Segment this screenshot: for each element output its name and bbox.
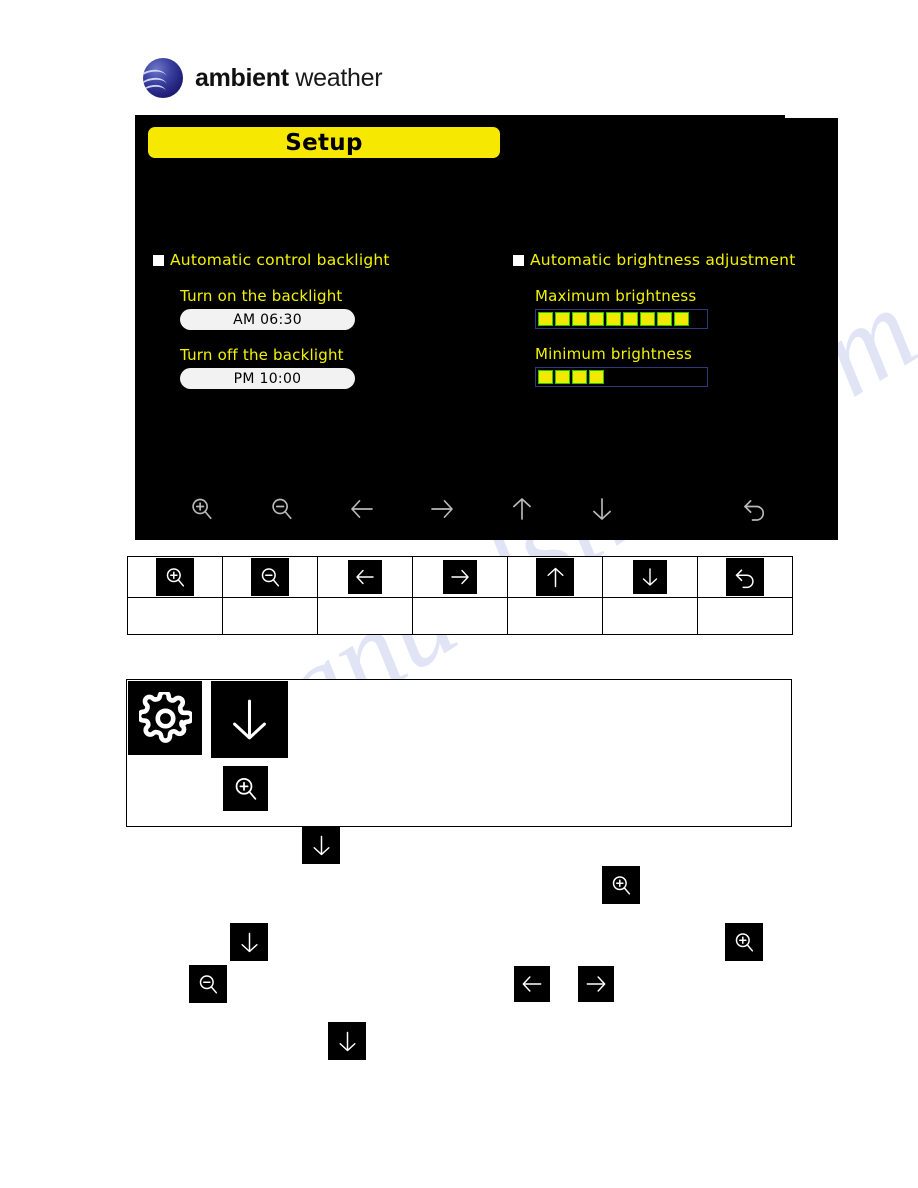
brightness-segment-empty[interactable] [640,370,655,384]
table-row [127,597,793,635]
arrow-down-icon[interactable] [230,923,268,961]
turn-on-backlight-time-value: AM 06:30 [233,311,302,328]
brightness-segment-filled[interactable] [606,312,621,326]
brightness-segment-filled[interactable] [589,312,604,326]
table-cell-icon [507,556,603,598]
brightness-segment-filled[interactable] [572,370,587,384]
minimum-brightness-label: Minimum brightness [535,345,693,363]
arrow-up-icon[interactable] [507,494,537,524]
brightness-segment-empty[interactable] [691,312,706,326]
brightness-segment-empty[interactable] [657,370,672,384]
page-title: Setup [148,127,500,158]
arrow-right-icon[interactable] [427,494,457,524]
button-reference-table [127,556,793,635]
maximum-brightness-group: Maximum brightness [535,287,833,329]
brightness-settings-column: Automatic brightness adjustment Maximum … [513,251,833,387]
arrow-right-icon[interactable] [578,966,614,1002]
zoom-in-icon[interactable] [156,558,194,596]
table-cell-icon [317,556,413,598]
arrow-down-icon[interactable] [211,681,288,758]
globe-icon [143,58,183,98]
undo-icon[interactable] [726,558,764,596]
backlight-settings-column: Automatic control backlight Turn on the … [153,251,483,389]
brand-name: ambient weather [195,63,383,92]
brightness-segment-filled[interactable] [657,312,672,326]
minimum-brightness-slider[interactable] [535,367,708,387]
turn-off-backlight-label: Turn off the backlight [180,346,344,364]
table-cell-icon [412,556,508,598]
brightness-segment-empty[interactable] [691,370,706,384]
table-cell-empty [507,597,603,635]
automatic-control-backlight-label: Automatic control backlight [170,251,390,269]
zoom-out-icon[interactable] [267,494,297,524]
arrow-down-icon[interactable] [302,826,340,864]
brightness-segment-filled[interactable] [572,312,587,326]
table-cell-empty [127,597,223,635]
zoom-in-icon[interactable] [602,866,640,904]
zoom-out-icon[interactable] [189,965,227,1003]
device-screen: Setup Automatic control backlight Turn o… [135,118,838,540]
brightness-segment-filled[interactable] [674,312,689,326]
checkbox-icon[interactable] [153,254,164,266]
turn-on-backlight-time-field[interactable]: AM 06:30 [180,309,355,330]
brightness-segment-filled[interactable] [640,312,655,326]
brand-logo: ambient weather [143,58,383,98]
table-cell-empty [412,597,508,635]
arrow-down-icon[interactable] [587,494,617,524]
automatic-brightness-adjustment-label: Automatic brightness adjustment [530,251,796,269]
brand-name-light: weather [295,63,383,92]
brightness-segment-filled[interactable] [623,312,638,326]
table-cell-icon [127,556,223,598]
table-cell-empty [222,597,318,635]
zoom-out-icon[interactable] [251,558,289,596]
brightness-segment-empty[interactable] [623,370,638,384]
automatic-control-backlight-checkbox-row[interactable]: Automatic control backlight [153,251,483,269]
icon-reference-box [126,679,792,827]
brightness-segment-empty[interactable] [606,370,621,384]
page-title-label: Setup [285,129,363,156]
arrow-left-icon[interactable] [347,494,377,524]
automatic-brightness-adjustment-checkbox-row[interactable]: Automatic brightness adjustment [513,251,833,269]
turn-off-backlight-time-value: PM 10:00 [233,370,302,387]
turn-on-backlight-group: Turn on the backlight AM 06:30 [180,287,483,330]
arrow-down-icon[interactable] [633,560,667,594]
turn-off-backlight-group: Turn off the backlight PM 10:00 [180,346,483,389]
brightness-segment-filled[interactable] [538,312,553,326]
table-cell-empty [697,597,793,635]
table-cell-empty [317,597,413,635]
gear-icon[interactable] [128,681,202,755]
turn-on-backlight-label: Turn on the backlight [180,287,343,305]
minimum-brightness-group: Minimum brightness [535,345,833,387]
brand-name-bold: ambient [195,63,289,92]
arrow-right-icon[interactable] [443,560,477,594]
arrow-down-icon[interactable] [328,1022,366,1060]
zoom-in-icon[interactable] [223,766,268,811]
device-toolbar [135,494,838,534]
maximum-brightness-label: Maximum brightness [535,287,697,305]
zoom-in-icon[interactable] [187,494,217,524]
undo-icon[interactable] [740,494,770,524]
table-cell-icon [222,556,318,598]
brightness-segment-filled[interactable] [538,370,553,384]
brightness-segment-filled[interactable] [589,370,604,384]
table-cell-icon [697,556,793,598]
checkbox-icon[interactable] [513,254,524,266]
arrow-left-icon[interactable] [348,560,382,594]
brightness-segment-filled[interactable] [555,370,570,384]
arrow-left-icon[interactable] [514,966,550,1002]
table-row [127,556,793,598]
turn-off-backlight-time-field[interactable]: PM 10:00 [180,368,355,389]
table-cell-icon [602,556,698,598]
zoom-in-icon[interactable] [725,923,763,961]
brightness-segment-empty[interactable] [674,370,689,384]
arrow-up-icon[interactable] [536,558,574,596]
brightness-segment-filled[interactable] [555,312,570,326]
table-cell-empty [602,597,698,635]
maximum-brightness-slider[interactable] [535,309,708,329]
